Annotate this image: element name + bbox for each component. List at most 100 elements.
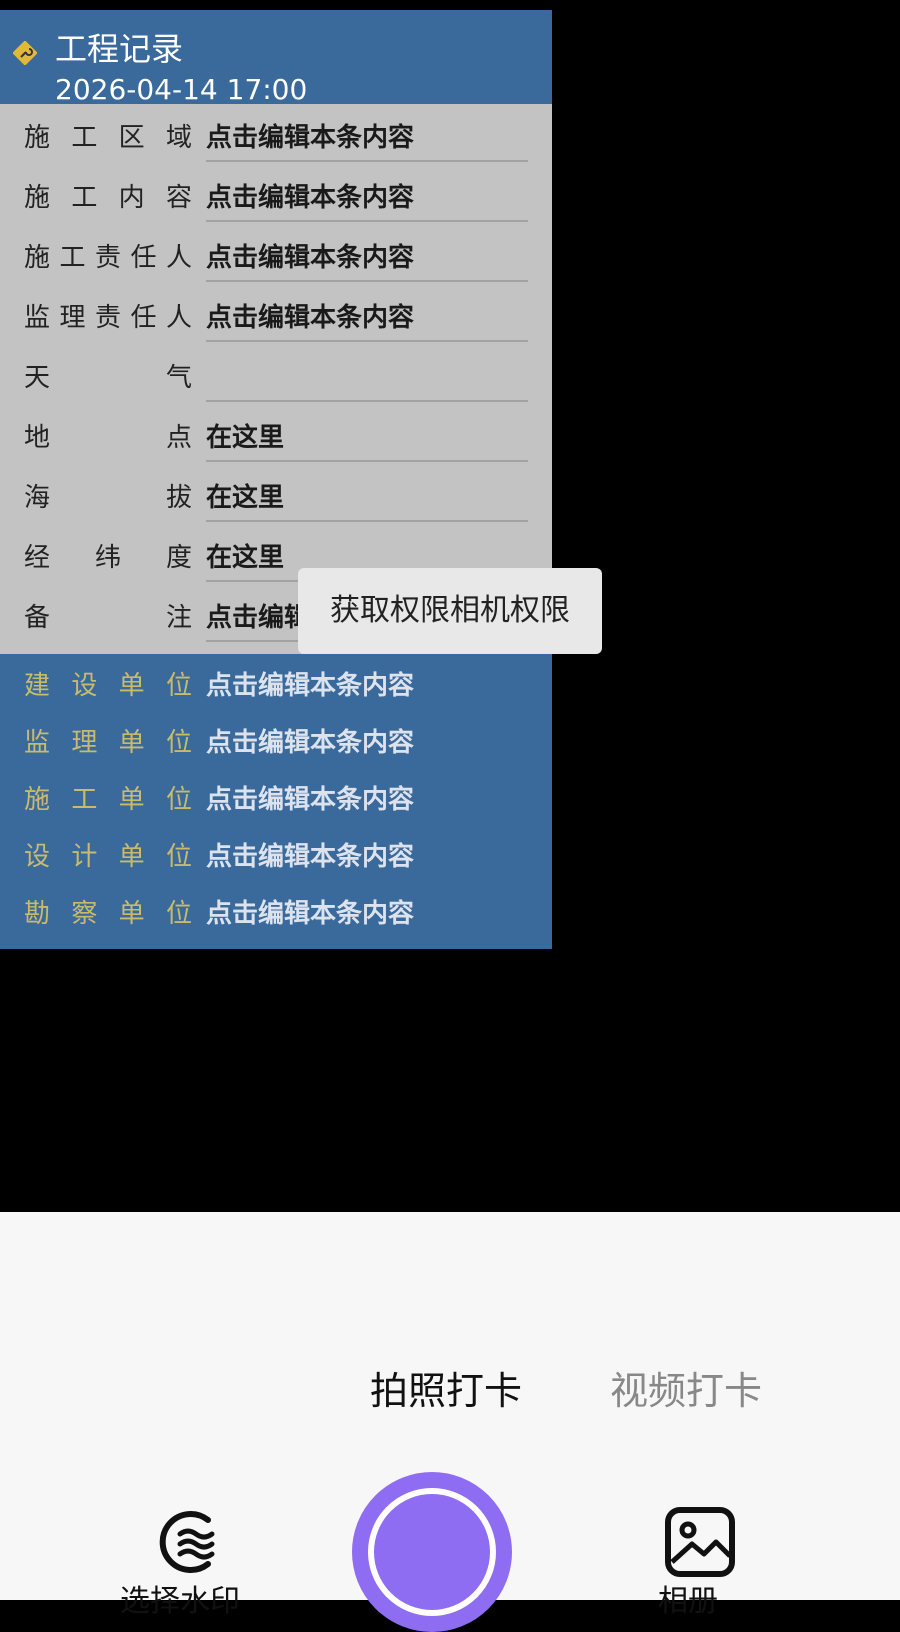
field-value[interactable]: 在这里 <box>206 480 284 516</box>
watermark-unit-row[interactable]: 设计单位点击编辑本条内容 <box>0 829 552 886</box>
field-value[interactable]: 点击编辑本条内容 <box>206 120 414 156</box>
watermark-field-row[interactable]: 海拔在这里 <box>0 470 552 530</box>
gallery-icon[interactable] <box>660 1502 740 1582</box>
watermark-units: 建设单位点击编辑本条内容监理单位点击编辑本条内容施工单位点击编辑本条内容设计单位… <box>0 654 552 949</box>
field-label-char: 施 <box>24 785 51 815</box>
field-label-char: 人 <box>165 243 192 273</box>
field-underline <box>206 520 528 522</box>
field-label-char: 理 <box>71 728 98 758</box>
field-label-char: 勘 <box>24 899 51 929</box>
field-label-char: 工 <box>71 123 98 153</box>
watermark-card[interactable]: 工程记录 2026-04-14 17:00 施工区域点击编辑本条内容施工内容点击… <box>0 10 552 949</box>
field-underline <box>206 160 528 162</box>
watermark-header: 工程记录 2026-04-14 17:00 <box>0 10 552 106</box>
watermark-field-row[interactable]: 天气 <box>0 350 552 410</box>
field-label: 施工内容 <box>24 180 192 216</box>
field-label-char: 建 <box>24 671 51 701</box>
watermark-field-row[interactable]: 地点在这里 <box>0 410 552 470</box>
field-label-char: 位 <box>165 728 192 758</box>
field-label: 施工单位 <box>24 782 192 818</box>
wrench-diamond-icon <box>13 41 37 65</box>
album-label[interactable]: 相册 <box>658 1584 718 1620</box>
field-label-char: 单 <box>118 728 145 758</box>
field-label-char: 天 <box>24 363 51 393</box>
field-label-char: 施 <box>24 183 51 213</box>
shutter-button[interactable] <box>352 1472 512 1632</box>
field-label-char: 单 <box>118 671 145 701</box>
field-value[interactable]: 点击编辑本条内容 <box>206 300 414 336</box>
field-label: 勘察单位 <box>24 896 192 932</box>
field-label-char: 计 <box>71 842 98 872</box>
field-label-char: 区 <box>118 123 145 153</box>
field-label-char: 单 <box>118 785 145 815</box>
bottom-controls: 拍照打卡 视频打卡 选择水印 相册 <box>0 1212 900 1632</box>
field-label-char: 拔 <box>165 483 192 513</box>
field-label-char: 理 <box>59 303 86 333</box>
field-label-char: 地 <box>24 423 51 453</box>
watermark-field-row[interactable]: 施工区域点击编辑本条内容 <box>0 110 552 170</box>
field-value[interactable]: 在这里 <box>206 420 284 456</box>
field-label: 施工责任人 <box>24 240 192 276</box>
field-label: 地点 <box>24 420 192 456</box>
field-label: 海拔 <box>24 480 192 516</box>
field-label-char: 度 <box>165 543 192 573</box>
field-label-char: 设 <box>71 671 98 701</box>
field-label: 备注 <box>24 600 192 636</box>
permission-toast: 获取权限相机权限 <box>298 568 602 654</box>
watermark-field-row[interactable]: 施工责任人点击编辑本条内容 <box>0 230 552 290</box>
field-label-char: 人 <box>165 303 192 333</box>
field-label: 天气 <box>24 360 192 396</box>
field-label-char: 设 <box>24 842 51 872</box>
field-value[interactable]: 点击编辑本条内容 <box>206 839 414 875</box>
tab-video-checkin[interactable]: 视频打卡 <box>610 1366 762 1416</box>
field-label-char: 工 <box>71 785 98 815</box>
field-label-char: 任 <box>130 303 157 333</box>
field-value[interactable]: 点击编辑本条内容 <box>206 668 414 704</box>
field-label-char: 内 <box>118 183 145 213</box>
field-value[interactable]: 在这里 <box>206 540 284 576</box>
field-underline <box>206 340 528 342</box>
field-label-char: 容 <box>165 183 192 213</box>
field-label-char: 单 <box>118 842 145 872</box>
tab-photo-checkin[interactable]: 拍照打卡 <box>370 1366 522 1416</box>
field-label-char: 工 <box>71 183 98 213</box>
field-value[interactable]: 点击编辑本条内容 <box>206 896 414 932</box>
field-label-char: 监 <box>24 303 51 333</box>
field-label-char: 工 <box>59 243 86 273</box>
watermark-field-row[interactable]: 监理责任人点击编辑本条内容 <box>0 290 552 350</box>
field-label-char: 纬 <box>94 543 121 573</box>
field-label-char: 责 <box>94 243 121 273</box>
field-underline <box>206 220 528 222</box>
field-value[interactable]: 点击编辑本条内容 <box>206 782 414 818</box>
field-label-char: 监 <box>24 728 51 758</box>
field-label-char: 责 <box>94 303 121 333</box>
field-value[interactable]: 点击编辑本条内容 <box>206 725 414 761</box>
field-label: 监理单位 <box>24 725 192 761</box>
field-label: 监理责任人 <box>24 300 192 336</box>
field-label-char: 点 <box>165 423 192 453</box>
watermark-unit-row[interactable]: 勘察单位点击编辑本条内容 <box>0 886 552 943</box>
field-underline <box>206 460 528 462</box>
watermark-title: 工程记录 <box>55 30 184 68</box>
field-label-char: 位 <box>165 842 192 872</box>
field-label-char: 域 <box>165 123 192 153</box>
watermark-unit-row[interactable]: 施工单位点击编辑本条内容 <box>0 772 552 829</box>
field-label-char: 备 <box>24 603 51 633</box>
field-label-char: 任 <box>130 243 157 273</box>
select-watermark-label[interactable]: 选择水印 <box>120 1584 240 1620</box>
watermark-unit-row[interactable]: 监理单位点击编辑本条内容 <box>0 715 552 772</box>
field-label: 设计单位 <box>24 839 192 875</box>
field-value[interactable]: 点击编辑本条内容 <box>206 240 414 276</box>
field-label-char: 注 <box>165 603 192 633</box>
camera-preview[interactable]: 工程记录 2026-04-14 17:00 施工区域点击编辑本条内容施工内容点击… <box>0 0 900 1212</box>
watermark-datetime: 2026-04-14 17:00 <box>55 73 308 106</box>
field-label-char: 施 <box>24 123 51 153</box>
watermark-field-row[interactable]: 施工内容点击编辑本条内容 <box>0 170 552 230</box>
field-label-char: 位 <box>165 671 192 701</box>
field-label: 建设单位 <box>24 668 192 704</box>
field-underline <box>206 280 528 282</box>
field-label-char: 位 <box>165 899 192 929</box>
watermark-wave-icon[interactable] <box>150 1502 230 1582</box>
field-value[interactable]: 点击编辑本条内容 <box>206 180 414 216</box>
watermark-unit-row[interactable]: 建设单位点击编辑本条内容 <box>0 658 552 715</box>
